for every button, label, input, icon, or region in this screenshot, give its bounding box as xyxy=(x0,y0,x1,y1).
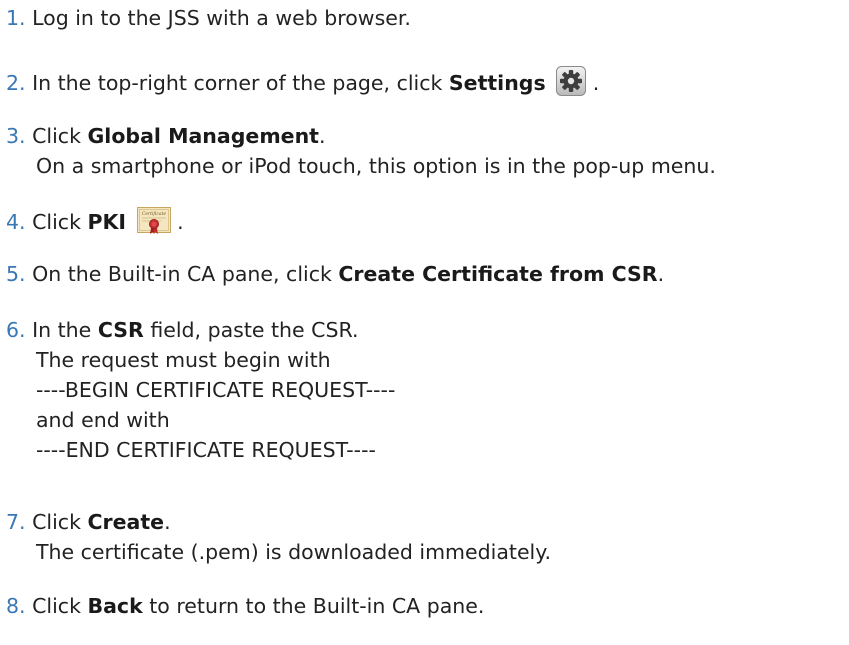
create-label: Create xyxy=(87,510,165,534)
step-text: On the Built-in CA pane, click xyxy=(32,262,339,286)
step-2: 2. In the top-right corner of the page, … xyxy=(6,66,849,98)
step-number: 7. xyxy=(6,510,26,534)
certificate-icon: Certificate xyxy=(136,205,171,235)
step-number: 5. xyxy=(6,262,26,286)
csr-label: CSR xyxy=(97,318,144,342)
end-marker: ----END CERTIFICATE REQUEST---- xyxy=(36,438,376,462)
step-detail: The request must begin with xyxy=(36,348,331,372)
step-3: 3. Click Global Management. On a smartph… xyxy=(6,121,849,181)
step-detail: The certificate (.pem) is downloaded imm… xyxy=(36,540,551,564)
step-number: 2. xyxy=(6,71,26,95)
step-number: 4. xyxy=(6,210,26,234)
gear-icon xyxy=(556,66,587,96)
step-text: In the xyxy=(32,318,98,342)
step-number: 8. xyxy=(6,594,26,618)
step-text: Log in to the JSS with a web browser. xyxy=(32,6,411,30)
step-text: Click xyxy=(32,594,88,618)
step-number: 6. xyxy=(6,318,26,342)
step-text: Click xyxy=(32,124,88,148)
step-4: 4. Click PKI Certificate . xyxy=(6,205,849,237)
step-text: Click xyxy=(32,210,88,234)
step-detail: On a smartphone or iPod touch, this opti… xyxy=(36,154,716,178)
step-detail: and end with xyxy=(36,408,170,432)
step-1: 1. Log in to the JSS with a web browser. xyxy=(6,3,849,33)
begin-marker: ----BEGIN CERTIFICATE REQUEST---- xyxy=(36,378,396,402)
step-7: 7. Click Create. The certificate (.pem) … xyxy=(6,507,849,567)
step-8: 8. Click Back to return to the Built-in … xyxy=(6,594,485,618)
global-management-label: Global Management xyxy=(87,124,319,148)
create-certificate-label: Create Certificate from CSR xyxy=(338,262,658,286)
step-number: 1. xyxy=(6,6,26,30)
step-text: In the top-right corner of the page, cli… xyxy=(32,71,449,95)
instruction-steps: 1. Log in to the JSS with a web browser.… xyxy=(0,0,849,645)
settings-label: Settings xyxy=(448,71,546,95)
pki-label: PKI xyxy=(87,210,127,234)
svg-text:Certificate: Certificate xyxy=(141,211,166,217)
step-number: 3. xyxy=(6,124,26,148)
step-text: Click xyxy=(32,510,88,534)
step-5: 5. On the Built-in CA pane, click Create… xyxy=(6,262,665,286)
back-label: Back xyxy=(87,594,143,618)
step-6: 6. In the CSR field, paste the CSR. The … xyxy=(6,315,849,465)
